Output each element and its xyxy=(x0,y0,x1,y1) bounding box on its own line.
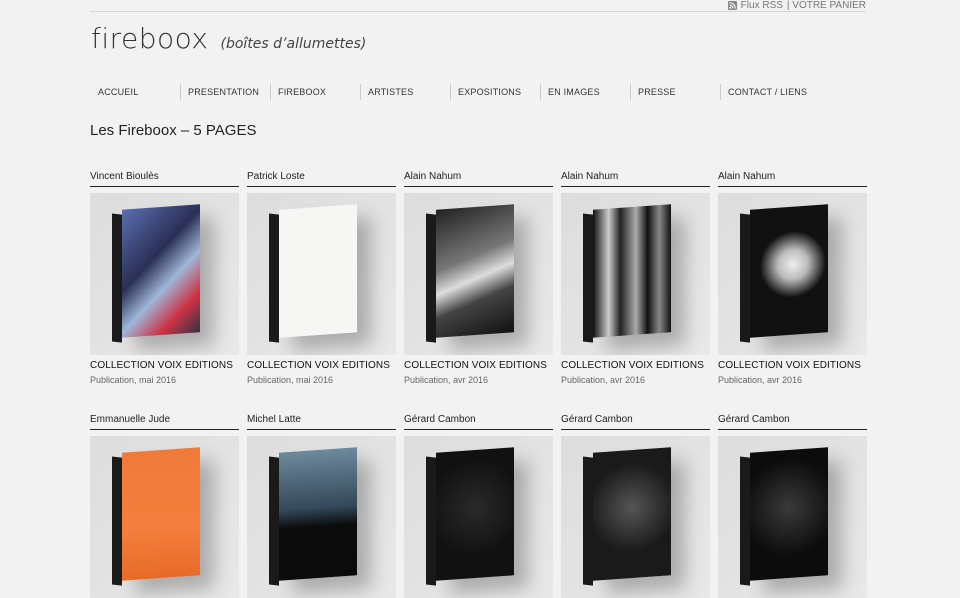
fireboox-image[interactable] xyxy=(247,193,396,355)
matchbox-illustration xyxy=(740,447,828,586)
matchbox-spine xyxy=(269,456,279,586)
fireboox-card[interactable]: Michel Latte xyxy=(247,413,396,598)
matchbox-spine xyxy=(583,456,593,586)
card-artist-name[interactable]: Patrick Loste xyxy=(247,170,396,187)
fireboox-image[interactable] xyxy=(718,193,867,355)
fireboox-card[interactable]: Gérard Cambon xyxy=(561,413,710,598)
matchbox-cover-art xyxy=(279,204,357,338)
card-title[interactable]: COLLECTION VOIX EDITIONS xyxy=(90,360,239,371)
utility-links: Flux RSS | VOTRE PANIER xyxy=(727,0,866,11)
page-title: Les Fireboox – 5 PAGES xyxy=(90,122,257,139)
matchbox-spine xyxy=(740,456,750,586)
logo-tagline: (boîtes d’allumettes) xyxy=(220,36,367,52)
card-artist-name[interactable]: Gérard Cambon xyxy=(404,413,553,430)
nav-item-accueil[interactable]: ACCUEIL xyxy=(90,84,180,100)
card-publication-date: Publication, avr 2016 xyxy=(718,375,803,385)
fireboox-card[interactable]: Emmanuelle Jude xyxy=(90,413,239,598)
rss-feed-icon[interactable] xyxy=(727,1,737,10)
matchbox-illustration xyxy=(426,447,514,586)
fireboox-image[interactable] xyxy=(718,436,867,598)
matchbox-cover-art xyxy=(750,204,828,338)
nav-item-en-images[interactable]: EN IMAGES xyxy=(540,84,630,100)
card-artist-name[interactable]: Michel Latte xyxy=(247,413,396,430)
card-publication-date: Publication, mai 2016 xyxy=(90,375,177,385)
top-divider xyxy=(90,11,866,12)
matchbox-cover-art xyxy=(122,447,200,581)
fireboox-image[interactable] xyxy=(561,436,710,598)
fireboox-card[interactable]: Patrick Loste COLLECTION VOIX EDITIONS Pub… xyxy=(247,170,396,385)
matchbox-illustration xyxy=(269,204,357,343)
matchbox-illustration xyxy=(269,447,357,586)
matchbox-cover-art xyxy=(122,204,200,338)
nav-item-expositions[interactable]: EXPOSITIONS xyxy=(450,84,540,100)
fireboox-image[interactable] xyxy=(404,436,553,598)
nav-item-presentation[interactable]: PRESENTATION xyxy=(180,84,270,100)
fireboox-image[interactable] xyxy=(90,436,239,598)
card-artist-name[interactable]: Gérard Cambon xyxy=(561,413,710,430)
card-publication-date: Publication, avr 2016 xyxy=(561,375,646,385)
fireboox-card[interactable]: Gérard Cambon xyxy=(404,413,553,598)
matchbox-spine xyxy=(583,213,593,343)
matchbox-spine xyxy=(112,213,122,343)
card-artist-name[interactable]: Gérard Cambon xyxy=(718,413,867,430)
nav-item-artistes[interactable]: ARTISTES xyxy=(360,84,450,100)
matchbox-illustration xyxy=(112,204,200,343)
fireboox-image[interactable] xyxy=(247,436,396,598)
matchbox-cover-art xyxy=(750,447,828,581)
card-title[interactable]: COLLECTION VOIX EDITIONS xyxy=(561,360,710,371)
matchbox-cover-art xyxy=(279,447,357,581)
matchbox-cover-art xyxy=(436,204,514,338)
matchbox-illustration xyxy=(583,204,671,343)
site-logo[interactable]: fireboox (boîtes d’allumettes) xyxy=(91,22,366,55)
card-publication-date: Publication, avr 2016 xyxy=(404,375,489,385)
card-title[interactable]: COLLECTION VOIX EDITIONS xyxy=(718,360,867,371)
logo-text: fireboox xyxy=(91,22,209,55)
fireboox-card[interactable]: Alain Nahum COLLECTION VOIX EDITIONS Publi… xyxy=(404,170,553,385)
matchbox-spine xyxy=(426,456,436,586)
card-artist-name[interactable]: Alain Nahum xyxy=(404,170,553,187)
matchbox-illustration xyxy=(112,447,200,586)
fireboox-image[interactable] xyxy=(561,193,710,355)
card-artist-name[interactable]: Emmanuelle Jude xyxy=(90,413,239,430)
matchbox-illustration xyxy=(583,447,671,586)
matchbox-spine xyxy=(426,213,436,343)
card-artist-name[interactable]: Alain Nahum xyxy=(718,170,867,187)
fireboox-card[interactable]: Vincent Bioulès COLLECTION VOIX EDITIONS P… xyxy=(90,170,239,385)
matchbox-cover-art xyxy=(593,204,671,338)
matchbox-illustration xyxy=(426,204,514,343)
fireboox-card[interactable]: Gérard Cambon xyxy=(718,413,867,598)
matchbox-spine xyxy=(112,456,122,586)
nav-item-presse[interactable]: PRESSE xyxy=(630,84,720,100)
matchbox-cover-art xyxy=(436,447,514,581)
fireboox-image[interactable] xyxy=(90,193,239,355)
fireboox-card[interactable]: Alain Nahum COLLECTION VOIX EDITIONS Publi… xyxy=(718,170,867,385)
matchbox-spine xyxy=(740,213,750,343)
cart-link[interactable]: | VOTRE PANIER xyxy=(787,0,866,11)
fireboox-grid: Vincent Bioulès COLLECTION VOIX EDITIONS P… xyxy=(90,170,867,598)
card-publication-date: Publication, mai 2016 xyxy=(247,375,334,385)
fireboox-image[interactable] xyxy=(404,193,553,355)
card-title[interactable]: COLLECTION VOIX EDITIONS xyxy=(247,360,396,371)
card-artist-name[interactable]: Vincent Bioulès xyxy=(90,170,239,187)
matchbox-cover-art xyxy=(593,447,671,581)
main-nav: ACCUEIL PRESENTATION FIREBOOX ARTISTES EXPOS… xyxy=(90,84,810,100)
nav-item-contact-liens[interactable]: CONTACT / LIENS xyxy=(720,84,810,100)
card-title[interactable]: COLLECTION VOIX EDITIONS xyxy=(404,360,553,371)
nav-item-fireboox[interactable]: FIREBOOX xyxy=(270,84,360,100)
fireboox-card[interactable]: Alain Nahum COLLECTION VOIX EDITIONS Publi… xyxy=(561,170,710,385)
rss-link[interactable]: Flux RSS xyxy=(741,0,783,11)
card-artist-name[interactable]: Alain Nahum xyxy=(561,170,710,187)
matchbox-spine xyxy=(269,213,279,343)
matchbox-illustration xyxy=(740,204,828,343)
